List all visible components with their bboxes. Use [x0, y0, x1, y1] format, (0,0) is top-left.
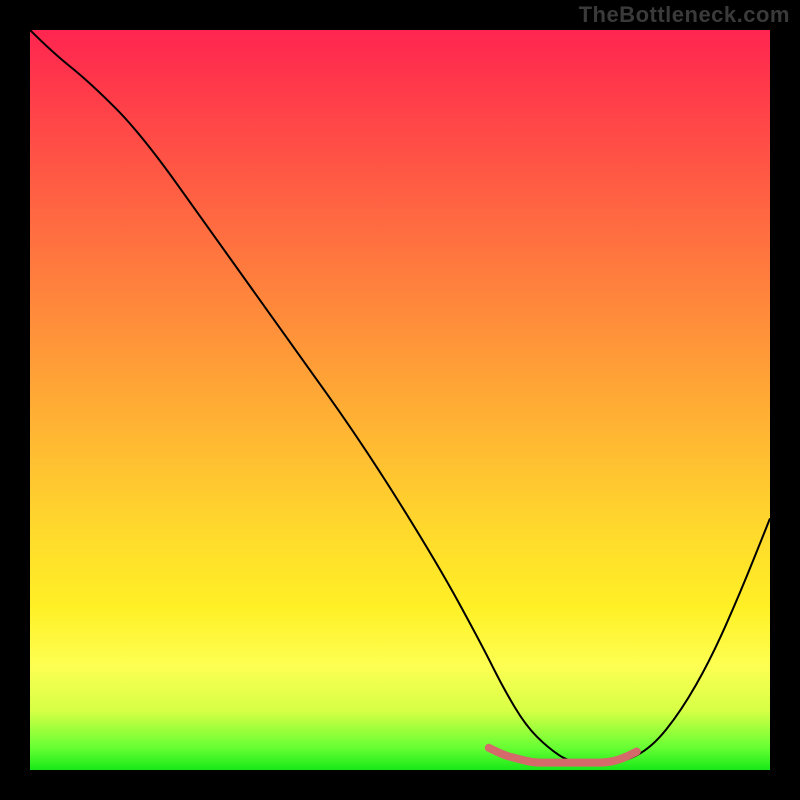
curve-layer [30, 30, 770, 770]
red-segment [489, 748, 637, 763]
main-curve [30, 30, 770, 763]
chart-container: TheBottleneck.com [0, 0, 800, 800]
plot-area [30, 30, 770, 770]
watermark-text: TheBottleneck.com [579, 2, 790, 28]
